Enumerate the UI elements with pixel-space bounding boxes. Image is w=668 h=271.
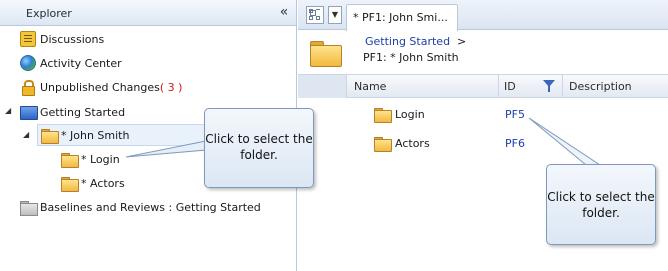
- folder-icon: [310, 41, 342, 67]
- breadcrumb-link-getting-started[interactable]: Getting Started: [365, 35, 450, 48]
- tree-item-label: Getting Started: [40, 105, 126, 119]
- tree-item-label: Unpublished Changes: [40, 80, 160, 94]
- tree-item-label: Discussions: [40, 32, 105, 46]
- folder-icon: [374, 106, 392, 123]
- table-row[interactable]: : Actors PF6: [298, 129, 668, 158]
- callout-left: Click to select the folder.: [204, 108, 314, 188]
- folder-icon: [61, 151, 79, 168]
- grid-icon: [316, 9, 320, 13]
- folder-icon: [374, 135, 392, 152]
- grid-icon: [316, 16, 320, 20]
- tree-item-label: * Login: [81, 152, 120, 166]
- folder-icon: [61, 175, 79, 192]
- row-id-link[interactable]: PF5: [505, 108, 525, 121]
- callout-right: Click to select the folder.: [546, 164, 656, 245]
- collapse-explorer-button[interactable]: «: [276, 4, 292, 20]
- row-name[interactable]: Login: [395, 108, 425, 121]
- baseline-icon: [20, 199, 38, 216]
- breadcrumb-separator: >: [457, 35, 467, 48]
- tree-item-discussions[interactable]: Discussions: [20, 29, 104, 49]
- grid-view-button[interactable]: [306, 6, 324, 24]
- explorer-title: Explorer: [26, 7, 72, 20]
- column-header-name[interactable]: Name: [354, 80, 386, 93]
- tree-item-john-smith[interactable]: * John Smith: [37, 124, 207, 146]
- filter-icon[interactable]: [542, 78, 556, 94]
- activity-center-icon: [20, 55, 36, 71]
- row-id-link[interactable]: PF6: [505, 137, 525, 150]
- tree-item-unpublished-changes[interactable]: Unpublished Changes ( 3 ): [20, 77, 182, 97]
- folder-icon: [41, 127, 59, 144]
- tree-item-activity-center[interactable]: Activity Center: [20, 53, 122, 73]
- breadcrumb: Getting Started > PF1: * John Smith: [298, 31, 668, 73]
- select-column-header[interactable]: [298, 75, 347, 98]
- grid-icon: [309, 16, 313, 20]
- tree-item-actors[interactable]: * Actors: [61, 173, 125, 193]
- tree-item-login[interactable]: * Login: [61, 149, 120, 169]
- column-divider[interactable]: [562, 75, 563, 98]
- explorer-header: Explorer «: [0, 0, 296, 26]
- table-row[interactable]: : Login PF5: [298, 100, 668, 129]
- row-name[interactable]: Actors: [395, 137, 430, 150]
- tab-bar: ▼ * PF1: John Smi...: [298, 0, 668, 31]
- tree-item-getting-started[interactable]: Getting Started: [20, 102, 125, 122]
- tab-list-dropdown-button[interactable]: ▼: [328, 6, 342, 24]
- grid-header: Name ID Description: [298, 74, 668, 98]
- tree-item-label: Activity Center: [40, 56, 122, 70]
- tree-item-label: * Actors: [81, 176, 125, 190]
- column-header-description[interactable]: Description: [569, 80, 632, 93]
- discussion-icon: [20, 31, 36, 47]
- grid-icon: [309, 9, 313, 13]
- tree-item-label: Baselines and Reviews : Getting Started: [40, 200, 261, 214]
- expand-arrow-icon[interactable]: ◢: [5, 106, 11, 115]
- column-divider[interactable]: [498, 75, 499, 98]
- expand-arrow-icon[interactable]: ◢: [23, 130, 29, 139]
- tab-pf1-john-smith[interactable]: * PF1: John Smi...: [346, 4, 458, 31]
- unpublished-count: ( 3 ): [159, 80, 183, 94]
- project-icon: [20, 104, 38, 120]
- tree-item-label: * John Smith: [61, 128, 130, 142]
- tree-item-baselines[interactable]: Baselines and Reviews : Getting Started: [20, 197, 261, 217]
- column-header-id[interactable]: ID: [504, 80, 516, 93]
- page-title: PF1: * John Smith: [363, 51, 459, 64]
- lock-icon: [20, 79, 36, 96]
